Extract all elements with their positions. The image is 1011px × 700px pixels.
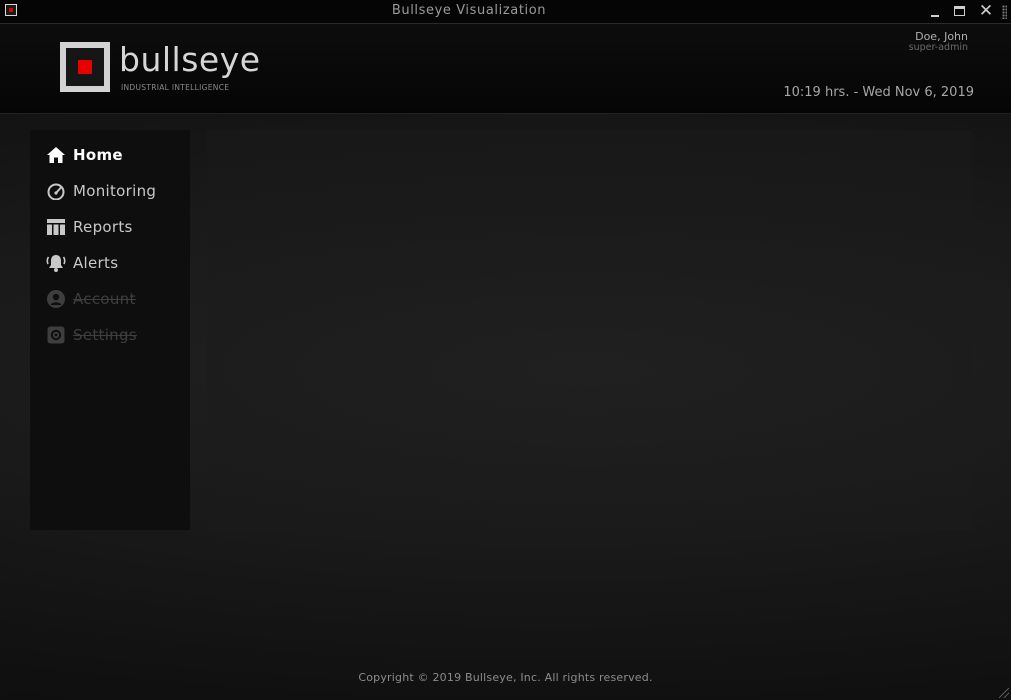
sidebar-item-account: Account	[45, 286, 185, 312]
sidebar-nav: Home Monitoring Reports Alerts Account S…	[30, 130, 190, 530]
sidebar-item-alerts[interactable]: Alerts	[45, 250, 185, 276]
sidebar-item-label: Alerts	[73, 254, 119, 272]
table-icon	[45, 217, 67, 237]
bullseye-logo-icon	[60, 42, 110, 92]
app-window: Bullseye Visualization ✕ bullseye INDUST…	[0, 0, 1011, 700]
home-icon	[45, 145, 67, 165]
logo-tagline: INDUSTRIAL INTELLIGENCE	[121, 83, 230, 92]
main-content-area	[207, 130, 972, 530]
sidebar-item-label: Home	[73, 146, 123, 164]
sidebar-item-settings: Settings	[45, 322, 185, 348]
sidebar-item-label: Account	[73, 290, 136, 308]
maximize-button[interactable]	[950, 2, 970, 20]
sidebar-item-home[interactable]: Home	[45, 142, 185, 168]
logo-wordmark: bullseye	[119, 40, 261, 79]
user-role: super-admin	[908, 42, 968, 53]
sidebar-item-monitoring[interactable]: Monitoring	[45, 178, 185, 204]
sidebar-item-reports[interactable]: Reports	[45, 214, 185, 240]
drag-grip-icon[interactable]	[1002, 5, 1007, 19]
sidebar-item-label: Settings	[73, 326, 137, 344]
minimize-button[interactable]	[925, 2, 945, 20]
speedometer-icon	[45, 181, 67, 201]
user-circle-icon	[45, 289, 67, 309]
window-title: Bullseye Visualization	[391, 3, 547, 18]
close-button[interactable]: ✕	[976, 2, 996, 20]
sidebar-item-label: Reports	[73, 218, 133, 236]
datetime-display: 10:19 hrs. - Wed Nov 6, 2019	[783, 85, 974, 100]
sidebar-item-label: Monitoring	[73, 182, 157, 200]
app-header: bullseye INDUSTRIAL INTELLIGENCE Doe, Jo…	[0, 24, 1011, 114]
gear-icon	[45, 325, 67, 345]
title-bar[interactable]: Bullseye Visualization ✕	[0, 0, 1011, 24]
resize-grip-icon[interactable]	[999, 688, 1009, 698]
footer-copyright: Copyright © 2019 Bullseye, Inc. All righ…	[358, 671, 653, 684]
bell-ringing-icon	[45, 253, 67, 273]
